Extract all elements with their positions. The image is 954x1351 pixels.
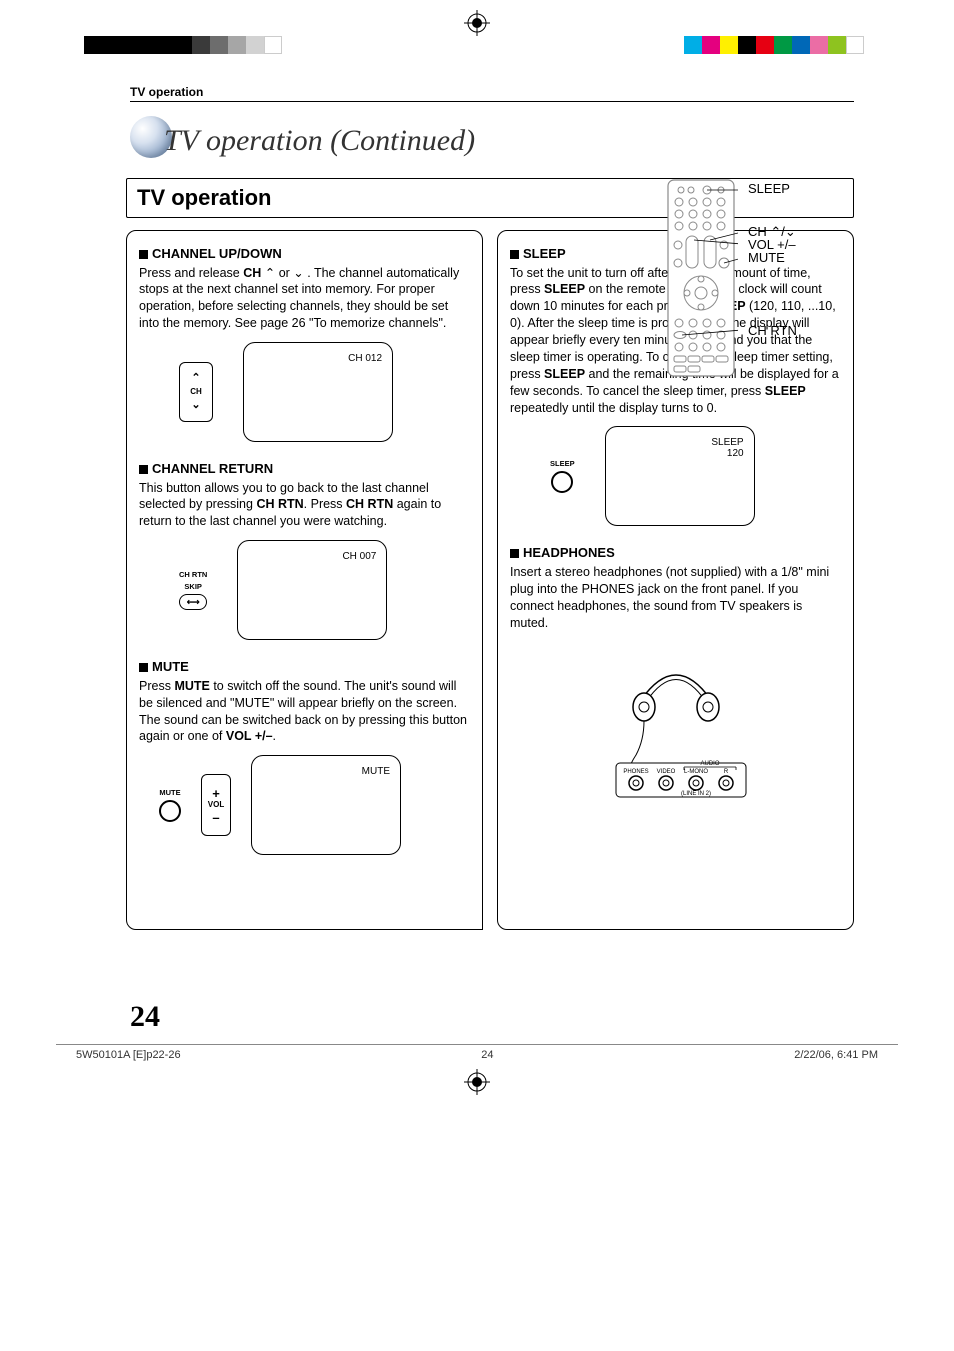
page-number: 24 (130, 1000, 904, 1034)
figure-channel-updown: ⌃ CH ⌄ CH 012 (179, 342, 470, 442)
heading-mute: MUTE (139, 658, 470, 676)
tv-screen-icon: CH 012 (243, 342, 393, 442)
header-rule (130, 101, 854, 102)
tv-screen-icon: SLEEP 120 (605, 426, 755, 526)
para-mute: Press MUTE to switch off the sound. The … (139, 678, 470, 746)
remote-labels: SLEEP CH ⌃/⌄ VOL +/– MUTE CH RTN (748, 178, 848, 378)
jack-label-phones: PHONES (623, 769, 648, 775)
jack-label-line: (LINE IN 2) (680, 791, 710, 797)
osd-text: MUTE (362, 766, 390, 777)
chrtn-button-icon: CH RTN SKIP ⟷ (179, 570, 207, 610)
minus-icon: – (212, 811, 219, 824)
remote-diagram: SLEEP CH ⌃/⌄ VOL +/– MUTE CH RTN (664, 178, 848, 378)
heading-channel-return: CHANNEL RETURN (139, 460, 470, 478)
para-channel-updown: Press and release CH ⌃ or ⌄ . The channe… (139, 265, 470, 333)
footer-timestamp: 2/22/06, 6:41 PM (794, 1049, 878, 1061)
osd-text: SLEEP 120 (711, 437, 743, 459)
page-frame: TV operation TV operation (Continued) (50, 85, 904, 1034)
registration-mark-icon (464, 10, 490, 36)
jack-label-r: R (723, 769, 728, 775)
label-sleep: SLEEP (748, 182, 790, 196)
mute-button-icon: MUTE (159, 788, 181, 822)
label-chrtn: CH RTN (748, 324, 797, 338)
footer: 5W50101A [E]p22-26 24 2/22/06, 6:41 PM (56, 1044, 898, 1071)
ch-button-icon: ⌃ CH ⌄ (179, 362, 213, 422)
figure-sleep: SLEEP SLEEP 120 (550, 426, 841, 526)
sleep-button-icon: SLEEP (550, 459, 575, 493)
skip-icon: ⟷ (187, 596, 200, 608)
label-mute: MUTE (748, 251, 785, 265)
footer-page: 24 (481, 1049, 493, 1061)
headphones-icon: PHONES VIDEO L-MONO R AUDIO (LINE IN 2) (596, 645, 756, 805)
osd-text: CH 012 (348, 353, 382, 364)
figure-channel-return: CH RTN SKIP ⟷ CH 007 (179, 540, 470, 640)
jack-label-video: VIDEO (656, 769, 675, 775)
tv-screen-icon: MUTE (251, 755, 401, 855)
remote-icon (664, 178, 738, 378)
osd-text: CH 007 (342, 551, 376, 562)
vol-button-icon: + VOL – (201, 774, 231, 836)
running-header: TV operation (130, 85, 904, 99)
para-channel-return: This button allows you to go back to the… (139, 480, 470, 531)
jack-label-audio: AUDIO (700, 761, 719, 767)
headphones-figure: PHONES VIDEO L-MONO R AUDIO (LINE IN 2) (596, 645, 756, 810)
color-bars (684, 36, 864, 54)
plus-icon: + (212, 787, 220, 800)
jack-label-lmono: L-MONO (684, 769, 708, 775)
grayscale-bars (84, 36, 282, 54)
page-title-row: TV operation (Continued) (130, 110, 904, 158)
left-column: CHANNEL UP/DOWN Press and release CH ⌃ o… (126, 230, 483, 930)
heading-headphones: HEADPHONES (510, 544, 841, 562)
chevron-up-icon: ⌃ (191, 373, 200, 384)
page-title: TV operation (Continued) (164, 124, 475, 158)
heading-channel-updown: CHANNEL UP/DOWN (139, 245, 470, 263)
tv-screen-icon: CH 007 (237, 540, 387, 640)
figure-mute: MUTE + VOL – MUTE (159, 755, 470, 855)
registration-mark-bottom (0, 1069, 954, 1100)
crop-marks-top (0, 0, 954, 45)
chevron-down-icon: ⌄ (191, 400, 200, 411)
footer-file: 5W50101A [E]p22-26 (76, 1049, 181, 1061)
para-headphones: Insert a stereo headphones (not supplied… (510, 564, 841, 632)
